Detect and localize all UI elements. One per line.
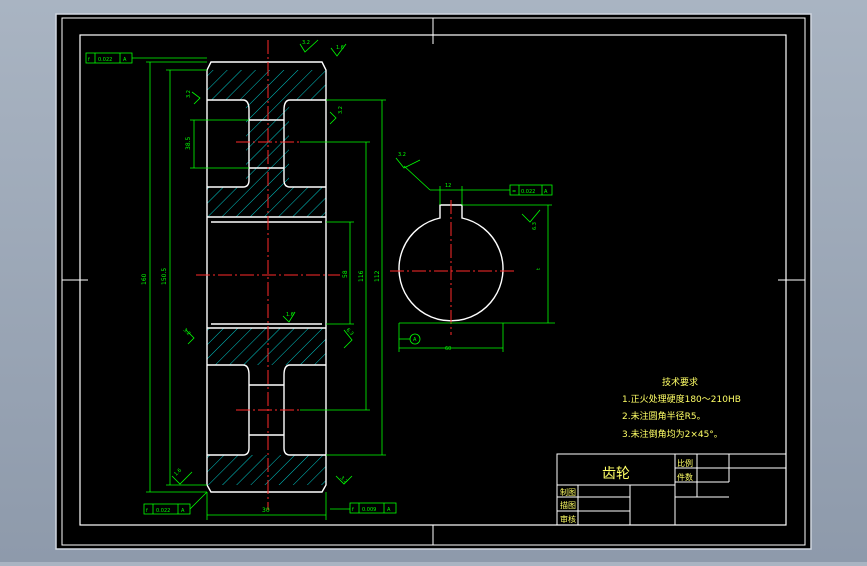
- tf1-value: 0.022: [98, 57, 112, 63]
- note-3: 3.未注倒角均为2×45°。: [622, 428, 723, 440]
- roughness-r5: 1.6: [286, 312, 294, 318]
- review-label: 审核: [560, 514, 576, 524]
- dim-38-5: 38.5: [185, 136, 192, 150]
- tf1-symbol: f: [88, 57, 90, 63]
- dim-keyway-width: 12: [445, 183, 451, 189]
- roughness-r10: 3.2: [398, 152, 406, 158]
- tf2-value: 0.022: [156, 508, 170, 514]
- hatch-hub: [207, 328, 326, 365]
- gear-section: [196, 40, 340, 510]
- dim-30: 30: [262, 507, 270, 514]
- tf2-datum: A: [181, 508, 185, 514]
- roughness-r3: 3.2: [186, 90, 192, 98]
- tf4-symbol: =: [512, 189, 516, 195]
- dim-112: 112: [374, 270, 381, 282]
- note-1: 1.正火处理硬度180～210HB: [622, 393, 741, 405]
- gear-drawing: 160 150.5 38.5 58 116 112 30 3.2 1.6 3.2…: [55, 13, 812, 550]
- roughness-r2: 1.6: [336, 45, 344, 51]
- dim-160: 160: [141, 273, 148, 285]
- scale-label: 比例: [677, 458, 693, 468]
- tf4-datum: A: [544, 189, 548, 195]
- roughness-r11: 6.3: [532, 222, 538, 230]
- dim-bore: 60: [445, 346, 451, 352]
- cad-viewport[interactable]: 160 150.5 38.5 58 116 112 30 3.2 1.6 3.2…: [0, 0, 867, 562]
- drawn-label: 制图: [560, 487, 576, 497]
- tf3-value: 0.009: [362, 507, 376, 513]
- qty-label: 件数: [677, 472, 693, 482]
- notes-title: 技术要求: [662, 376, 698, 388]
- tf1-datum: A: [123, 57, 127, 63]
- tf4-value: 0.022: [521, 189, 535, 195]
- tf2-symbol: f: [146, 508, 148, 514]
- roughness-r4: 3.2: [338, 106, 344, 114]
- roughness-r1: 3.2: [302, 40, 310, 46]
- hatch-rim-bottom: [207, 455, 326, 485]
- sheet: [55, 13, 812, 550]
- dim-58: 58: [342, 270, 349, 278]
- dim-keyway-depth: t: [536, 268, 542, 270]
- tf3-symbol: f: [352, 507, 354, 513]
- datum-a: A: [413, 337, 417, 343]
- check-label: 描图: [560, 500, 576, 510]
- dim-150-5: 150.5: [161, 268, 168, 285]
- dim-116: 116: [358, 270, 365, 282]
- note-2: 2.未注圆角半径R5。: [622, 410, 706, 422]
- part-name: 齿轮: [602, 466, 630, 482]
- tf3-datum: A: [387, 507, 391, 513]
